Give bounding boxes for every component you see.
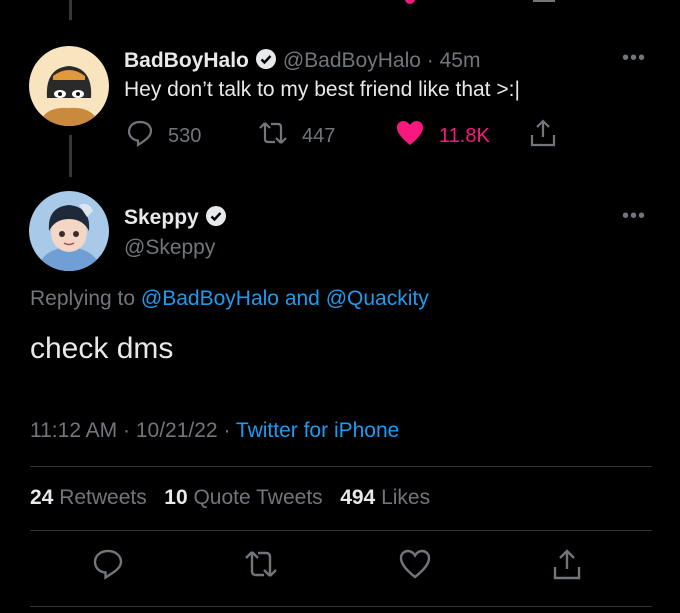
- share-icon: [528, 118, 558, 154]
- heart-icon: [395, 119, 425, 153]
- tweet-stats: 24 Retweets 10 Quote Tweets 494 Likes: [30, 486, 430, 510]
- tweet-date[interactable]: 10/21/22: [136, 419, 218, 442]
- tweet-timestamp: 11:12 AM · 10/21/22 · Twitter for iPhone: [30, 419, 399, 443]
- quotes-stat[interactable]: 10 Quote Tweets: [164, 486, 322, 509]
- replying-to: Replying to @BadBoyHalo and @Quackity: [30, 287, 429, 311]
- bottom-share-icon[interactable]: [551, 548, 583, 587]
- main-display-name-row: Skeppy: [124, 205, 233, 232]
- retweet-button[interactable]: 447: [258, 119, 335, 153]
- divider-footer: [30, 606, 652, 607]
- badboyhalo-avatar[interactable]: [29, 46, 109, 126]
- like-button[interactable]: 11.8K: [395, 119, 490, 153]
- replying-user-badboyhalo[interactable]: @BadBoyHalo: [141, 287, 279, 310]
- date-separator: ·: [223, 419, 231, 442]
- parent-separator: ·: [426, 49, 434, 72]
- replying-and[interactable]: and: [285, 287, 320, 310]
- reply-count: 530: [168, 124, 202, 147]
- verified-badge-icon: [205, 205, 227, 232]
- parent-more-icon[interactable]: •••: [622, 47, 646, 70]
- retweets-stat[interactable]: 24 Retweets: [30, 486, 147, 509]
- bottom-retweet-icon[interactable]: [244, 548, 278, 585]
- retweet-count: 447: [302, 124, 336, 147]
- likes-count: 494: [340, 486, 376, 509]
- retweets-count: 24: [30, 486, 54, 509]
- bottom-reply-icon[interactable]: [92, 548, 124, 585]
- time-separator: ·: [123, 419, 131, 442]
- parent-display-name[interactable]: BadBoyHalo: [124, 49, 249, 72]
- main-more-icon[interactable]: •••: [622, 205, 646, 228]
- parent-time[interactable]: 45m: [440, 49, 481, 72]
- divider-bottom: [30, 530, 652, 531]
- skeppy-avatar[interactable]: [29, 191, 109, 271]
- thread-line-top: [69, 0, 72, 20]
- retweets-label: Retweets: [59, 486, 147, 509]
- reply-icon: [126, 119, 154, 153]
- quote-label: Quote Tweets: [193, 486, 323, 509]
- main-handle[interactable]: @Skeppy: [124, 236, 215, 260]
- retweet-icon: [258, 119, 288, 153]
- likes-label: Likes: [381, 486, 431, 509]
- main-tweet-text: check dms: [30, 332, 174, 365]
- share-button[interactable]: [528, 118, 558, 154]
- main-display-name[interactable]: Skeppy: [124, 206, 199, 229]
- like-count: 11.8K: [439, 124, 490, 147]
- replying-prefix: Replying to: [30, 287, 136, 310]
- likes-stat[interactable]: 494 Likes: [340, 486, 430, 509]
- bottom-like-icon[interactable]: [398, 548, 432, 585]
- parent-handle[interactable]: @BadBoyHalo: [283, 49, 421, 72]
- cutoff-share-icon: [533, 0, 555, 2]
- parent-tweet-header: BadBoyHalo @BadBoyHalo · 45m: [124, 48, 480, 76]
- reply-button[interactable]: 530: [126, 119, 201, 153]
- divider-top: [30, 466, 652, 467]
- thread-line-middle: [69, 135, 72, 177]
- tweet-time[interactable]: 11:12 AM: [30, 419, 117, 442]
- replying-user-quackity[interactable]: @Quackity: [326, 287, 429, 310]
- verified-badge-icon: [255, 48, 277, 76]
- quote-count: 10: [164, 486, 188, 509]
- cutoff-like-icon: [405, 0, 415, 4]
- tweet-source[interactable]: Twitter for iPhone: [236, 419, 399, 442]
- parent-tweet-text: Hey don’t talk to my best friend like th…: [124, 78, 520, 101]
